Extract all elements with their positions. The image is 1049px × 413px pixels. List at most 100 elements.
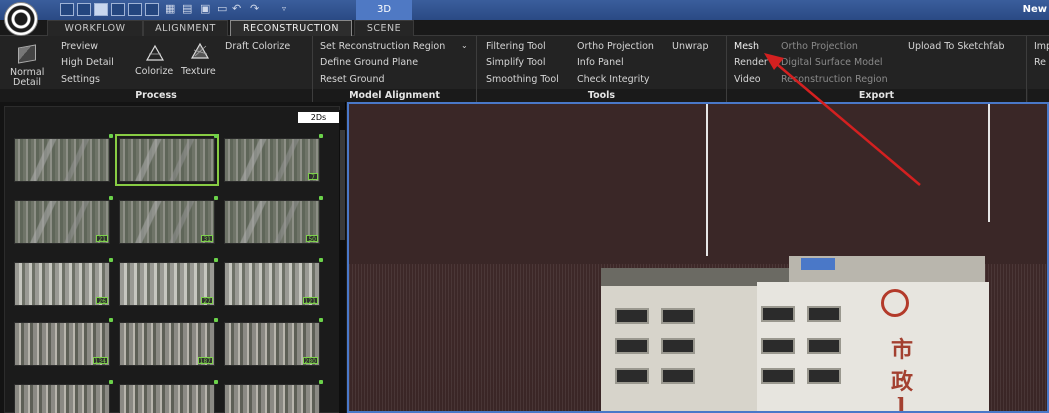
tools-group-label: Tools — [477, 89, 726, 102]
tab-reconstruction[interactable]: RECONSTRUCTION — [230, 20, 352, 36]
sign-character: l — [897, 394, 906, 413]
aligned-indicator-icon — [214, 318, 218, 322]
set-reconstruction-region-button[interactable]: Set Reconstruction Region — [320, 41, 445, 53]
settings-button[interactable]: Settings — [61, 74, 100, 86]
image-thumbnail[interactable] — [115, 134, 219, 186]
thumbnail-badge: 26 — [96, 297, 108, 305]
high-detail-button[interactable]: High Detail — [61, 57, 114, 69]
aligned-indicator-icon — [214, 196, 218, 200]
image-thumbnail[interactable]: 31 — [119, 196, 218, 244]
preview-button[interactable]: Preview — [61, 41, 98, 53]
roof-blue-panel — [801, 258, 835, 270]
ortho-projection-tool-button[interactable]: Ortho Projection — [577, 41, 654, 53]
tab-scene[interactable]: SCENE — [354, 20, 414, 36]
export-reconstruction-region-button[interactable]: Reconstruction Region — [781, 74, 888, 86]
aligned-indicator-icon — [214, 380, 218, 384]
info-panel-button[interactable]: Info Panel — [577, 57, 624, 69]
building-window — [615, 368, 649, 384]
import-button[interactable]: Imp — [1034, 41, 1049, 53]
export-mesh-button[interactable]: Mesh — [734, 41, 759, 53]
layout-2-button[interactable] — [77, 3, 91, 16]
image-thumbnail[interactable]: 187 — [119, 318, 218, 366]
undo-icon[interactable]: ↶ — [232, 2, 241, 16]
image-thumbnail[interactable] — [224, 380, 323, 413]
layout-4-button[interactable] — [111, 3, 125, 16]
antenna-pole — [988, 104, 990, 222]
ribbon: Normal Detail Preview High Detail Settin… — [0, 36, 1049, 102]
building-window — [615, 308, 649, 324]
3d-viewport[interactable]: 市 政 l — [347, 102, 1049, 413]
image-thumbnail[interactable] — [119, 380, 218, 413]
image-thumbnail[interactable] — [14, 380, 113, 413]
draft-colorize-button[interactable]: Draft Colorize — [225, 41, 290, 53]
texture-button[interactable]: Texture — [181, 66, 216, 78]
app-logo-icon[interactable] — [4, 2, 38, 36]
image-thumbnail[interactable]: 134 — [14, 318, 113, 366]
extra-group-label — [1028, 89, 1049, 102]
reset-ground-button[interactable]: Reset Ground — [320, 74, 385, 86]
redo-icon[interactable]: ↷ — [250, 2, 259, 16]
save-icon[interactable]: ▣ — [200, 2, 210, 16]
thumbnail-scrollbar-thumb[interactable] — [340, 130, 345, 240]
aligned-indicator-icon — [214, 134, 218, 138]
chevron-down-icon[interactable]: ⌄ — [461, 40, 468, 52]
aligned-indicator-icon — [319, 196, 323, 200]
check-integrity-button[interactable]: Check Integrity — [577, 74, 650, 86]
building-window — [807, 306, 841, 322]
title-bar: ▦ ▤ ▣ ▭ ↶ ↷ ▿ 3D New — [0, 0, 1049, 20]
tab-workflow[interactable]: WORKFLOW — [47, 20, 143, 36]
upload-sketchfab-button[interactable]: Upload To Sketchfab — [908, 41, 1005, 53]
layout-3-button[interactable] — [94, 3, 108, 16]
sign-character: 政 — [891, 369, 914, 395]
thumbnail-badge: 121 — [302, 297, 318, 305]
image-thumbnail[interactable]: 27 — [119, 258, 218, 306]
image-thumbnail[interactable]: 7 — [224, 134, 323, 182]
building-window — [807, 368, 841, 384]
thumbnail-badge: 280 — [302, 357, 318, 365]
layout-1-button[interactable] — [60, 3, 74, 16]
image-thumbnail[interactable]: 121 — [224, 258, 323, 306]
image-thumbnail[interactable]: 50 — [224, 196, 323, 244]
group-model-alignment: Set Reconstruction Region ⌄ Define Groun… — [313, 36, 477, 102]
reconstructed-building-model — [601, 256, 991, 411]
building-window — [761, 306, 795, 322]
export-dsm-button[interactable]: Digital Surface Model — [781, 57, 883, 69]
building-window — [761, 368, 795, 384]
colorize-icon — [145, 44, 165, 61]
colorize-button[interactable]: Colorize — [135, 66, 173, 78]
building-window — [807, 338, 841, 354]
thumbnail-badge: 31 — [201, 235, 213, 243]
image-thumbnail[interactable]: 21 — [14, 196, 113, 244]
view-2ds-toggle[interactable]: 2Ds — [298, 112, 339, 123]
export-video-button[interactable]: Video — [734, 74, 761, 86]
image-thumbnail[interactable] — [14, 134, 113, 182]
normal-detail-button-line2[interactable]: Detail — [13, 77, 41, 89]
simplify-tool-button[interactable]: Simplify Tool — [486, 57, 546, 69]
re-button[interactable]: Re — [1034, 57, 1046, 69]
filtering-tool-button[interactable]: Filtering Tool — [486, 41, 546, 53]
process-group-label: Process — [0, 89, 312, 102]
building-window — [615, 338, 649, 354]
building-window — [661, 338, 695, 354]
image-thumbnail[interactable]: 26 — [14, 258, 113, 306]
export-ortho-projection-button[interactable]: Ortho Projection — [781, 41, 858, 53]
grid-alt-icon[interactable]: ▤ — [182, 2, 192, 16]
layout-6-button[interactable] — [145, 3, 159, 16]
building-window — [661, 308, 695, 324]
unwrap-button[interactable]: Unwrap — [672, 41, 709, 53]
thumbnail-badge: 134 — [92, 357, 108, 365]
thumbnail-badge: 21 — [96, 235, 108, 243]
image-thumbnail[interactable]: 280 — [224, 318, 323, 366]
antenna-pole — [706, 104, 708, 256]
export-group-label: Export — [727, 89, 1026, 102]
smoothing-tool-button[interactable]: Smoothing Tool — [486, 74, 559, 86]
page-icon[interactable]: ▭ — [217, 2, 227, 16]
thumbnail-badge: 7 — [308, 173, 318, 181]
export-render-button[interactable]: Render — [734, 57, 768, 69]
tab-alignment[interactable]: ALIGNMENT — [143, 20, 228, 36]
aligned-indicator-icon — [319, 318, 323, 322]
grid-icon[interactable]: ▦ — [165, 2, 175, 16]
dropdown-arrow-icon[interactable]: ▿ — [282, 2, 286, 16]
define-ground-plane-button[interactable]: Define Ground Plane — [320, 57, 418, 69]
layout-5-button[interactable] — [128, 3, 142, 16]
